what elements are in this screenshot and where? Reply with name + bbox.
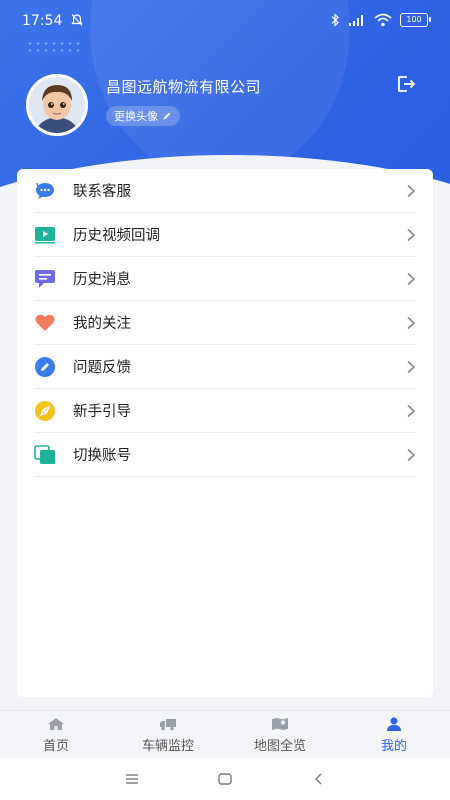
compass-icon (34, 400, 56, 422)
status-time: 17:54 (22, 13, 63, 29)
bottom-tab-bar: 首页 车辆监控 地图全览 我的 (0, 710, 450, 758)
chevron-right-icon (407, 360, 416, 374)
avatar-image (29, 77, 85, 133)
user-icon (387, 717, 401, 731)
status-bar: 17:54 100 (0, 0, 450, 42)
chevron-right-icon (407, 228, 416, 242)
avatar[interactable] (26, 74, 88, 136)
bluetooth-icon (331, 13, 339, 27)
menu-item-label: 我的关注 (73, 316, 131, 332)
truck-icon (160, 719, 176, 731)
tab-label: 车辆监控 (141, 739, 194, 754)
tab-map-overview[interactable]: 地图全览 (224, 711, 336, 759)
map-icon (272, 718, 288, 730)
menu-item-label: 联系客服 (73, 184, 131, 200)
menu-item-my-follows[interactable]: 我的关注 (34, 301, 416, 345)
menu-icon[interactable] (123, 770, 141, 788)
menu-item-message-history[interactable]: 历史消息 (34, 257, 416, 301)
battery-level: 100 (406, 15, 422, 24)
logout-icon[interactable] (396, 74, 416, 94)
menu-item-label: 切换账号 (73, 448, 131, 464)
wifi-icon (374, 13, 392, 27)
tab-home[interactable]: 首页 (0, 711, 112, 759)
chevron-right-icon (407, 316, 416, 330)
switch-account-icon (34, 444, 56, 466)
menu-item-label: 历史视频回调 (73, 228, 160, 244)
menu-item-label: 新手引导 (73, 404, 131, 420)
change-avatar-button[interactable]: 更换头像 (106, 106, 180, 126)
tab-label: 首页 (42, 739, 69, 754)
change-avatar-label: 更换头像 (114, 110, 158, 123)
menu-item-label: 问题反馈 (73, 360, 131, 376)
back-icon[interactable] (310, 770, 328, 788)
menu-item-video-history[interactable]: 历史视频回调 (34, 213, 416, 257)
chevron-right-icon (407, 448, 416, 462)
chevron-right-icon (407, 404, 416, 418)
menu-card: 联系客服 历史视频回调 历史消息 我的关注 问题反馈 新手引导 切换账号 (17, 169, 433, 697)
pencil-icon (163, 112, 171, 120)
message-icon (34, 268, 56, 290)
tab-mine[interactable]: 我的 (338, 711, 450, 759)
menu-item-beginner-guide[interactable]: 新手引导 (34, 389, 416, 433)
chat-bubble-icon (34, 180, 56, 202)
battery-icon: 100 (400, 13, 431, 27)
menu-item-feedback[interactable]: 问题反馈 (34, 345, 416, 389)
home-icon (48, 718, 64, 730)
chevron-right-icon (407, 272, 416, 286)
menu-item-switch-account[interactable]: 切换账号 (34, 433, 416, 477)
feedback-pencil-icon (34, 356, 56, 378)
notification-muted-icon (71, 14, 83, 26)
home-button-icon[interactable] (216, 770, 234, 788)
header-dots-decoration (26, 40, 82, 54)
menu-item-contact-service[interactable]: 联系客服 (34, 169, 416, 213)
tab-label: 地图全览 (253, 739, 306, 754)
menu-item-label: 历史消息 (73, 272, 131, 288)
company-name: 昌图远航物流有限公司 (106, 78, 262, 96)
tab-vehicle-monitor[interactable]: 车辆监控 (112, 711, 224, 759)
tab-label: 我的 (380, 739, 407, 754)
heart-icon (34, 312, 56, 334)
video-play-icon (34, 224, 56, 246)
chevron-right-icon (407, 184, 416, 198)
signal-icon (349, 15, 363, 26)
system-nav-bar (0, 758, 450, 800)
